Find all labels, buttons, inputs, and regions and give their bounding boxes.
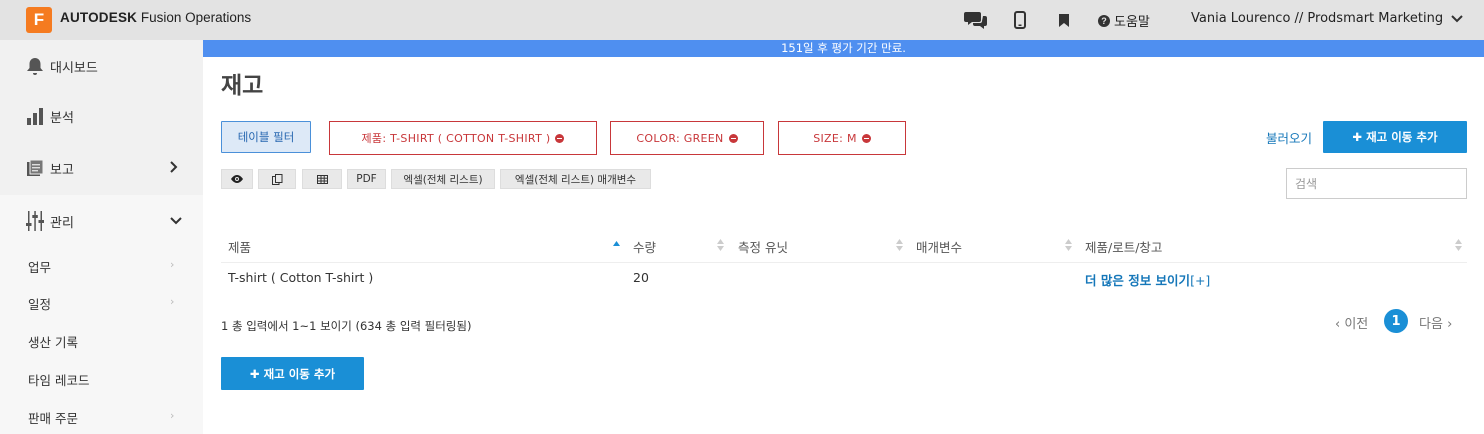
column-header-product-lot-warehouse[interactable]: 제품/로트/창고 <box>1085 237 1162 256</box>
show-more-label: 더 많은 정보 보이기 <box>1085 273 1191 288</box>
brand-name[interactable]: AUTODESK Fusion Operations <box>60 10 251 25</box>
column-header-parameters[interactable]: 매개변수 <box>916 237 962 256</box>
brand-bold: AUTODESK <box>60 10 138 25</box>
bookmark-icon[interactable] <box>1057 8 1071 32</box>
question-icon: ? <box>1098 14 1110 27</box>
column-visibility-button[interactable] <box>221 169 253 189</box>
show-more-info-link[interactable]: 더 많은 정보 보이기[+] <box>1085 270 1210 289</box>
sidebar-item-label: 보고 <box>50 162 74 178</box>
column-header-unit[interactable]: 측정 유닛 <box>738 237 788 256</box>
remove-icon[interactable] <box>861 133 871 143</box>
document-icon <box>25 158 45 178</box>
remove-icon[interactable] <box>555 133 565 143</box>
chevron-right-icon <box>170 160 178 176</box>
filter-chip-label: 제품: T-SHIRT ( COTTON T-SHIRT ) <box>361 132 551 145</box>
sort-asc-icon[interactable] <box>613 238 620 252</box>
remove-icon[interactable] <box>728 133 738 143</box>
chevron-down-icon <box>170 214 182 228</box>
add-stock-movement-label: 재고 이동 추가 <box>1366 130 1438 144</box>
sidebar-item-label: 관리 <box>50 215 74 231</box>
sort-icon[interactable] <box>1455 238 1462 252</box>
copy-button[interactable] <box>258 169 296 189</box>
bell-icon <box>25 56 45 76</box>
table-filter-button[interactable]: 테이블 필터 <box>221 121 311 153</box>
filter-chip-product[interactable]: 제품: T-SHIRT ( COTTON T-SHIRT ) <box>329 121 597 155</box>
cell-quantity: 20 <box>633 270 649 285</box>
sidebar-subitem-label: 일정 <box>28 297 52 312</box>
help-link[interactable]: ? 도움말 <box>1098 11 1150 30</box>
sidebar-subitem-label: 판매 주문 <box>28 411 78 426</box>
sidebar-item-label: 대시보드 <box>50 60 98 76</box>
eye-icon <box>231 175 243 183</box>
prev-label: 이전 <box>1344 317 1369 332</box>
sidebar-subitem-label: 업무 <box>28 260 52 275</box>
table-icon <box>316 174 328 184</box>
sidebar-item-reports[interactable]: 보고 <box>0 142 203 194</box>
plus-icon: ✚ <box>249 366 260 381</box>
sort-icon[interactable] <box>1065 238 1072 252</box>
sidebar: 대시보드 분석 보고 관리 업무 › 일정 › 생산 기록 타임 레코드 판매 … <box>0 40 203 434</box>
bar-chart-icon <box>25 106 45 126</box>
excel-button[interactable]: 엑셀(전체 리스트) <box>391 169 495 189</box>
sidebar-group-admin: 관리 업무 › 일정 › 생산 기록 타임 레코드 판매 주문 › <box>0 195 203 434</box>
chevron-right-icon: › <box>1447 317 1453 332</box>
next-label: 다음 <box>1419 317 1443 332</box>
sidebar-item-label: 분석 <box>50 110 74 126</box>
chevron-right-icon: › <box>170 258 175 271</box>
pagination-prev[interactable]: ‹ 이전 <box>1335 313 1368 332</box>
pagination-next[interactable]: 다음 › <box>1419 313 1452 332</box>
pdf-button[interactable]: PDF <box>347 169 386 189</box>
chevron-left-icon: ‹ <box>1335 317 1341 332</box>
chevron-right-icon: › <box>170 295 175 308</box>
page-title: 재고 <box>221 73 264 99</box>
sidebar-item-analytics[interactable]: 분석 <box>0 90 203 142</box>
sidebar-item-admin[interactable]: 관리 <box>0 195 203 247</box>
mobile-icon[interactable] <box>1012 8 1028 32</box>
load-link[interactable]: 불러오기 <box>1266 128 1312 147</box>
excel-params-button[interactable]: 엑셀(전체 리스트) 매개변수 <box>500 169 651 189</box>
filter-chip-label: COLOR: GREEN <box>636 131 724 145</box>
chevron-right-icon: › <box>170 409 175 422</box>
filter-chip-color[interactable]: COLOR: GREEN <box>610 121 764 155</box>
help-label: 도움말 <box>1114 15 1150 30</box>
plus-icon: ✚ <box>1352 130 1363 144</box>
user-label: Vania Lourenco // Prodsmart Marketing <box>1191 11 1444 26</box>
column-header-product[interactable]: 제품 <box>228 237 251 256</box>
show-more-suffix: [+] <box>1190 273 1211 288</box>
sidebar-item-dashboard[interactable]: 대시보드 <box>0 40 203 92</box>
brand-product: Fusion Operations <box>140 10 252 25</box>
fusion-logo-icon[interactable]: F <box>26 7 52 33</box>
chat-icon[interactable] <box>963 8 989 32</box>
chevron-down-icon <box>1451 14 1463 22</box>
sliders-icon <box>25 211 45 231</box>
column-header-quantity[interactable]: 수량 <box>633 237 656 256</box>
add-stock-movement-label: 재고 이동 추가 <box>263 366 336 381</box>
search-input[interactable] <box>1286 168 1467 199</box>
add-stock-movement-bottom-button[interactable]: ✚ 재고 이동 추가 <box>221 357 364 390</box>
csv-button[interactable] <box>302 169 342 189</box>
top-bar: F AUTODESK Fusion Operations ? 도움말 Vania… <box>0 0 1484 40</box>
user-menu[interactable]: Vania Lourenco // Prodsmart Marketing <box>1191 11 1463 26</box>
cell-product: T-shirt ( Cotton T-shirt ) <box>228 270 374 285</box>
trial-banner: 151일 후 평가 기간 만료. <box>203 40 1484 57</box>
table-info: 1 총 입력에서 1~1 보이기 (634 총 입력 필터링됨) <box>221 319 472 333</box>
copy-icon <box>271 173 282 185</box>
header-divider <box>221 262 1467 263</box>
sort-icon[interactable] <box>717 238 724 252</box>
sort-icon[interactable] <box>896 238 903 252</box>
filter-chip-label: SIZE: M <box>813 131 857 145</box>
sidebar-subitem-label: 생산 기록 <box>28 335 78 350</box>
sidebar-subitem-label: 타임 레코드 <box>28 373 90 388</box>
pagination-current-page[interactable]: 1 <box>1384 309 1408 333</box>
filter-chip-size[interactable]: SIZE: M <box>778 121 906 155</box>
add-stock-movement-button[interactable]: ✚ 재고 이동 추가 <box>1323 121 1467 153</box>
